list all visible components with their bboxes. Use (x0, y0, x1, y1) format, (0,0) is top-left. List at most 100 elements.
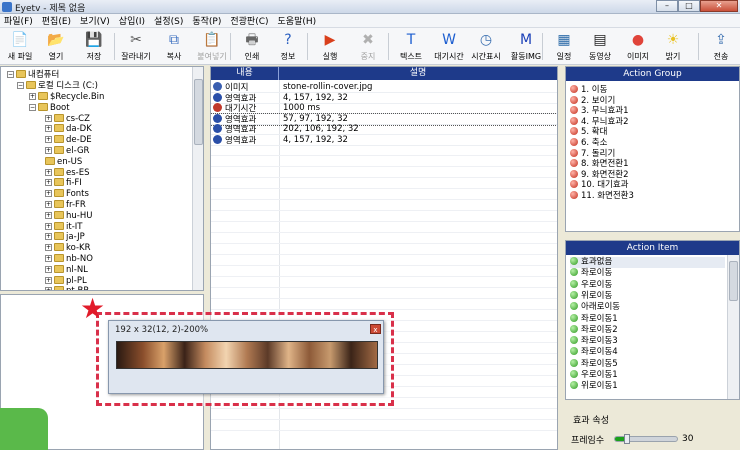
expand-icon[interactable]: + (45, 179, 52, 187)
expand-icon[interactable]: + (45, 211, 52, 219)
tree-item-folder[interactable]: − Boot (29, 102, 70, 114)
tree-item-folder[interactable]: + nl-NL (45, 264, 88, 276)
tree-item-local-disk[interactable]: − 로컬 디스크 (C:) (17, 81, 98, 92)
tree-scrollbar[interactable] (192, 67, 203, 290)
expand-icon[interactable]: + (45, 136, 52, 144)
table-row[interactable]: 영역효과 57, 97, 192, 32 (211, 112, 557, 126)
toolbar-info-button[interactable]: ? 정보 (270, 30, 306, 63)
tree-scrollbar-thumb[interactable] (194, 79, 203, 145)
table-row[interactable]: 영역효과 202, 106, 192, 32 (211, 124, 557, 135)
tree-item-folder[interactable]: en-US (45, 156, 82, 168)
action-item-item[interactable]: 좌로이동1 (570, 313, 618, 325)
action-item-item[interactable]: 우로이동 (570, 279, 612, 291)
action-group-item[interactable]: 10. 대기효과 (570, 180, 629, 191)
frame-count-slider[interactable] (614, 434, 678, 444)
toolbar-copy-button[interactable]: ⧉ 복사 (156, 30, 192, 63)
table-row[interactable]: 대기시간 1000 ms (211, 103, 557, 114)
toolbar-open-folder-button[interactable]: 📂 열기 (38, 30, 74, 63)
tree-item-folder[interactable]: + nb-NO (45, 254, 93, 265)
tree-item-folder[interactable]: + fr-FR (45, 200, 86, 211)
expand-icon[interactable]: + (29, 93, 36, 100)
toolbar-send-button[interactable]: ⇪ 전송 (703, 30, 739, 63)
expand-icon[interactable]: + (45, 168, 52, 176)
maximize-button[interactable]: □ (678, 0, 700, 12)
tree-item-folder[interactable]: + de-DE (45, 135, 92, 146)
toolbar-text-button[interactable]: T 텍스트 (393, 30, 429, 63)
action-group-item[interactable]: 2. 보이기 (570, 95, 615, 107)
tree-item-folder[interactable]: + hu-HU (45, 210, 92, 222)
expand-icon[interactable]: + (45, 244, 52, 252)
expand-icon[interactable]: + (45, 222, 52, 230)
action-group-item[interactable]: 5. 확대 (570, 127, 607, 138)
tree-item-folder[interactable]: + Fonts (45, 189, 89, 200)
expand-icon[interactable]: + (45, 233, 52, 241)
menu-insert[interactable]: 삽입(I) (119, 14, 145, 27)
expand-icon[interactable]: + (45, 125, 52, 133)
tree-item-folder[interactable]: + cs-CZ (45, 113, 90, 125)
action-group-item[interactable]: 8. 화면전환1 (570, 159, 629, 170)
expand-icon[interactable]: + (45, 265, 52, 273)
toolbar-activity-image-button[interactable]: M 활동IMG (508, 30, 544, 63)
action-item-item[interactable]: 위로이동 (570, 290, 612, 302)
action-group-item[interactable]: 1. 이동 (570, 85, 607, 96)
close-button[interactable]: ✕ (700, 0, 738, 12)
action-item-item[interactable]: 위로이동1 (570, 381, 618, 392)
action-item-item[interactable]: 좌로이동5 (570, 358, 618, 370)
toolbar-schedule-button[interactable]: ▦ 일정 (546, 30, 582, 63)
region-preview-close-button[interactable]: x (370, 324, 381, 334)
column-header-description[interactable]: 설명 (279, 67, 557, 80)
action-group-item[interactable]: 9. 화면전환2 (570, 169, 629, 181)
toolbar-wait-time-button[interactable]: W 대기시간 (431, 30, 467, 63)
action-group-item[interactable]: 7. 돌리기 (570, 148, 615, 160)
expand-icon[interactable]: + (45, 255, 52, 262)
action-item-item[interactable]: 효과없음 (570, 257, 725, 268)
toolbar-stop-button[interactable]: ✖ 중지 (350, 30, 386, 63)
toolbar-print-button[interactable]: 🖶 인쇄 (234, 30, 270, 63)
menu-action[interactable]: 동작(P) (192, 14, 221, 27)
action-item-item[interactable]: 좌로이동4 (570, 347, 618, 358)
tree-item-folder[interactable]: + fi-FI (45, 178, 82, 189)
expand-icon[interactable]: + (45, 114, 52, 122)
table-row[interactable]: 이미지 stone-rollin-cover.jpg (211, 82, 557, 93)
action-item-item[interactable]: 좌로이동3 (570, 336, 618, 347)
table-row[interactable]: 영역효과 4, 157, 192, 32 (211, 134, 557, 146)
tree-item-folder[interactable]: + es-ES (45, 167, 90, 179)
action-group-item[interactable]: 11. 화면전환3 (570, 191, 634, 202)
collapse-icon[interactable]: − (7, 71, 14, 78)
expand-icon[interactable]: + (45, 147, 52, 154)
menu-display-board[interactable]: 전광판(C) (230, 14, 268, 27)
menu-edit[interactable]: 편집(E) (42, 14, 71, 27)
expand-icon[interactable]: + (45, 190, 52, 198)
action-item-item[interactable]: 우로이동1 (570, 370, 618, 381)
action-item-scrollbar-thumb[interactable] (729, 261, 738, 301)
action-group-item[interactable]: 4. 무늬효과2 (570, 116, 629, 128)
action-group-item[interactable]: 6. 축소 (570, 138, 607, 149)
action-item-scrollbar[interactable] (727, 255, 739, 399)
tree-item-folder[interactable]: + el-GR (45, 146, 89, 157)
toolbar-clock-display-button[interactable]: ◷ 시간표시 (468, 30, 504, 63)
menu-file[interactable]: 파일(F) (4, 14, 33, 27)
tree-item-folder[interactable]: + it-IT (45, 221, 82, 233)
expand-icon[interactable]: + (45, 201, 52, 208)
menu-help[interactable]: 도움말(H) (278, 14, 317, 27)
tree-item-folder[interactable]: + ja-JP (45, 232, 85, 243)
action-item-item[interactable]: 좌로이동2 (570, 324, 618, 336)
menu-settings[interactable]: 설정(S) (154, 14, 183, 27)
toolbar-brightness-button[interactable]: ☀ 밝기 (655, 30, 691, 63)
action-group-item[interactable]: 3. 무늬효과1 (570, 106, 629, 117)
tree-item-folder[interactable]: + $Recycle.Bin (29, 92, 104, 103)
tree-item-folder[interactable]: + da-DK (45, 124, 92, 135)
toolbar-cut-button[interactable]: ✂ 잘라내기 (118, 30, 154, 63)
toolbar-image-button[interactable]: ● 이미지 (620, 30, 656, 63)
toolbar-paste-button[interactable]: 📋 붙여넣기 (194, 30, 230, 63)
frame-slider-knob[interactable] (624, 434, 631, 444)
toolbar-video-button[interactable]: ▤ 동영상 (582, 30, 618, 63)
action-item-item[interactable]: 좌로이동 (570, 268, 612, 279)
tree-item-folder[interactable]: + pl-PL (45, 275, 87, 287)
toolbar-new-file-button[interactable]: 📄 새 파일 (2, 30, 38, 63)
expand-icon[interactable]: + (45, 276, 52, 284)
expand-icon[interactable]: + (45, 287, 52, 290)
tree-item-folder[interactable]: + ko-KR (45, 243, 91, 254)
toolbar-save-button[interactable]: 💾 저장 (76, 30, 112, 63)
column-header-content[interactable]: 내용 (211, 67, 279, 80)
